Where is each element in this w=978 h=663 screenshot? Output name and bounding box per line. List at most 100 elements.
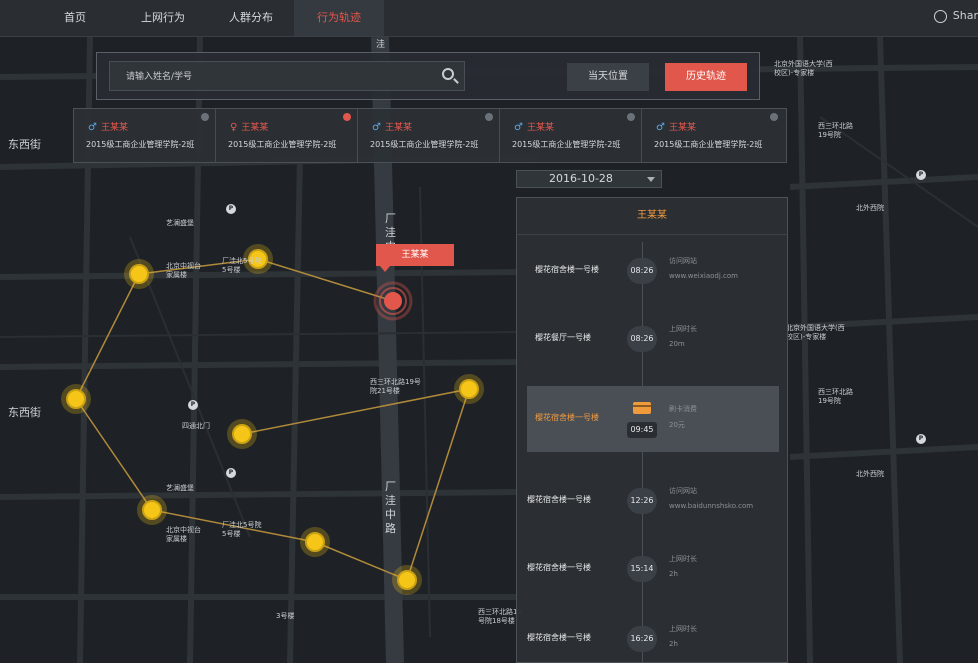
entry-detail: 20元 [669,421,685,429]
chevron-down-icon [647,177,655,182]
entry-activity: 上网时长 [669,625,697,633]
person-class: 2015级工商企业管理学院-2班 [512,140,621,149]
female-icon: ♀ [230,122,238,133]
entry-activity: 上网时长 [669,555,697,563]
person-class: 2015级工商企业管理学院-2班 [228,140,337,149]
close-icon[interactable] [627,113,635,121]
entry-activity: 访问网站 [669,487,697,495]
poi-label: 厂洼北5号院5号楼 [222,257,262,274]
road-label-left2: 东西街 [8,406,41,419]
poi-label: 西三环北路19号院 [818,388,853,405]
entry-activity: 刷卡消费 [669,405,697,413]
timeline-entry-selected[interactable]: 樱花宿舍楼一号楼 09:45 刷卡消费 20元 [527,386,779,452]
close-icon[interactable] [770,113,778,121]
timeline-panel: 王某某 樱花宿舍楼一号楼 08:26 访问网站 www.weixiaodj.co… [516,197,788,663]
timeline-title: 王某某 [517,198,787,235]
person-card[interactable]: ♂ 王某某 2015级工商企业管理学院-2班 [642,109,784,162]
entry-detail: 20m [669,340,685,348]
poi-label: 北外西院 [856,470,884,478]
timeline-entry[interactable]: 樱花宿舍楼一号楼 15:14 上网时长 2h [517,536,787,602]
road-label-main2: 厂洼中路 [385,480,396,535]
entry-time: 08:26 [627,326,657,352]
date-select[interactable]: 2016-10-28 [516,170,662,188]
entry-time: 09:45 [627,422,657,438]
road-label-top: 洼 [376,40,386,50]
male-icon: ♂ [88,122,97,133]
entry-activity: 上网时长 [669,325,697,333]
male-icon: ♂ [656,122,665,133]
poi-label: 3号楼 [276,612,295,620]
poi-pin-icon: P [916,170,926,180]
entry-location: 樱花宿舍楼一号楼 [535,265,599,274]
top-nav-bar: 首页 上网行为 人群分布 行为轨迹 Shar [0,0,978,37]
person-name: 王某某 [526,123,554,133]
person-class: 2015级工商企业管理学院-2班 [370,140,479,149]
poi-label: 北京外国语大学(西校区)-专家楼 [774,60,833,77]
person-name: 王某某 [241,123,269,133]
current-location-marker [373,281,413,321]
user-menu[interactable]: Shar [933,0,978,36]
poi-label: 北京外国语大学(西校区)-专家楼 [786,324,845,341]
nav-crowd-distribution[interactable]: 人群分布 [206,0,296,36]
timeline-entry[interactable]: 樱花宿舍楼一号楼 16:26 上网时长 2h [517,606,787,662]
entry-detail: 2h [669,640,678,648]
entry-location: 樱花餐厅一号楼 [535,333,591,342]
person-name: 王某某 [668,123,696,133]
nav-online-behavior[interactable]: 上网行为 [118,0,208,36]
close-icon[interactable] [343,113,351,121]
person-card-strip: ♂ 王某某 2015级工商企业管理学院-2班 ♀ 王某某 2015级工商企业管理学院… [73,108,787,163]
person-name: 王某某 [100,123,128,133]
timeline-entry[interactable]: 樱花宿舍楼一号楼 08:26 访问网站 www.weixiaodj.com [517,238,787,304]
person-card[interactable]: ♂ 王某某 2015级工商企业管理学院-2班 [358,109,500,162]
entry-location: 樱花宿舍楼一号楼 [527,563,591,572]
person-card[interactable]: ♀ 王某某 2015级工商企业管理学院-2班 [216,109,358,162]
person-card[interactable]: ♂ 王某某 2015级工商企业管理学院-2班 [500,109,642,162]
entry-detail: 2h [669,570,678,578]
close-icon[interactable] [201,113,209,121]
male-icon: ♂ [372,122,381,133]
entry-detail: www.baidunnshsko.com [669,502,754,510]
entry-time: 08:26 [627,258,657,284]
poi-pin-icon: P [226,204,236,214]
close-icon[interactable] [485,113,493,121]
card-payment-icon [633,402,651,414]
person-class: 2015级工商企业管理学院-2班 [654,140,763,149]
poi-label: 艺澜盛堡 [166,484,194,492]
poi-pin-icon: P [916,434,926,444]
entry-activity: 访问网站 [669,257,697,265]
nav-behavior-track[interactable]: 行为轨迹 [294,0,384,36]
poi-label: 北京中视台家属楼 [166,262,201,279]
location-popup[interactable]: 王某某 [376,244,454,272]
entry-time: 16:26 [627,626,657,652]
search-icon[interactable] [442,68,454,80]
entry-time: 15:14 [627,556,657,582]
poi-label: 艺澜盛堡 [166,219,194,227]
poi-label: 北京中视台家属楼 [166,526,201,543]
entry-location: 樱花宿舍楼一号楼 [535,413,599,422]
poi-pin-icon: P [188,400,198,410]
history-track-button[interactable]: 历史轨迹 [665,63,747,91]
poi-pin-icon: P [226,468,236,478]
poi-label: 西三环北路19号院21号楼 [370,378,421,395]
search-box [109,61,465,91]
poi-label: 西三环北路19号院 [818,122,853,139]
search-input[interactable] [124,68,428,86]
entry-time: 12:26 [627,488,657,514]
poi-label: 四通北门 [182,422,210,430]
entry-detail: www.weixiaodj.com [669,272,738,280]
person-name: 王某某 [384,123,412,133]
user-name: Shar [952,9,978,22]
trajectory-nodes [61,244,484,595]
timeline-entry[interactable]: 樱花宿舍楼一号楼 12:26 访问网站 www.baidunnshsko.com [517,468,787,534]
person-card[interactable]: ♂ 王某某 2015级工商企业管理学院-2班 [74,109,216,162]
entry-location: 樱花宿舍楼一号楼 [527,495,591,504]
person-class: 2015级工商企业管理学院-2班 [86,140,195,149]
search-panel: 当天位置 历史轨迹 [96,52,760,100]
entry-location: 樱花宿舍楼一号楼 [527,633,591,642]
male-icon: ♂ [514,122,523,133]
poi-label: 厂洼北5号院5号楼 [222,521,262,538]
timeline-entry[interactable]: 樱花餐厅一号楼 08:26 上网时长 20m [517,306,787,372]
road-label-left1: 东西街 [8,138,41,151]
current-location-button[interactable]: 当天位置 [567,63,649,91]
nav-home[interactable]: 首页 [30,0,120,36]
